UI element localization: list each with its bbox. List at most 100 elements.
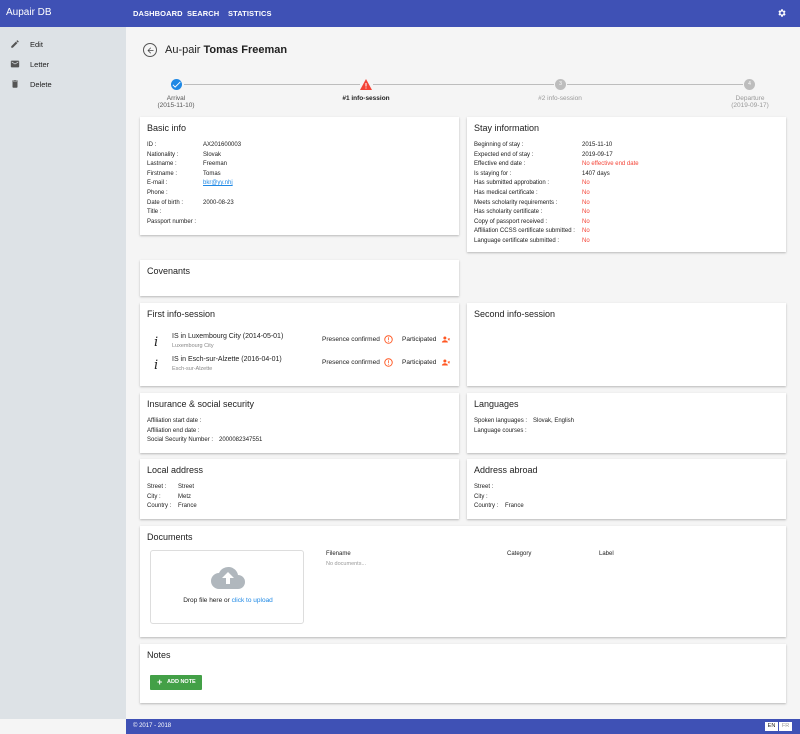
field-value: Freeman [203,161,228,168]
gear-icon[interactable] [777,8,787,18]
stay-info-card: Stay information Beginning of stay : 2015… [467,117,786,252]
sidebar-item-delete[interactable]: Delete [0,76,126,94]
session-title: IS in Luxembourg City (2014-05-01) [172,333,284,340]
info-icon: i [154,358,159,373]
stay-info-list: Beginning of stay : 2015-11-10 Expected e… [474,141,774,249]
field-label: Title : [147,209,162,216]
session-item: i IS in Luxembourg City (2014-05-01) Lux… [154,333,454,357]
sidebar-item-label: Edit [30,40,43,49]
card-title: Second info-session [474,309,556,319]
insurance-card: Insurance & social security Affiliation … [140,393,459,453]
field-value: No [582,199,590,206]
copyright-text: © 2017 - 2018 [133,723,172,729]
notes-card: Notes + ADD NOTE [140,644,786,703]
presence-status: Presence confirmed [322,359,380,366]
file-dropzone[interactable]: Drop file here or click to upload [150,550,304,624]
step-label: Departure [735,95,765,102]
basic-info-card: Basic info ID : AX201600003 Nationality :… [140,117,459,235]
field-label: Social Security Number : [147,437,214,444]
step-date: (2015-11-10) [157,102,195,109]
local-address-list: Street : Street City : Metz Country : Franc… [147,483,447,513]
page-title-prefix: Au-pair [165,44,201,56]
field-label: Phone : [147,190,168,196]
field-label: ID : [147,142,157,148]
stepper-connector [373,84,554,85]
field-value: Street [178,484,195,490]
back-button[interactable] [143,43,157,57]
plus-icon: + [157,677,163,687]
step-label: Arrival [166,95,186,102]
email-link[interactable]: bkr@yy.nhj [203,179,233,189]
field-label: Has scholarity certificate : [474,209,543,216]
add-note-label: ADD NOTE [167,679,196,685]
documents-empty-text: No documents... [326,561,367,567]
field-label: E-mail : [147,180,168,187]
languages-card: Languages Spoken languages : Slovak, Engl… [467,393,786,453]
card-title: Languages [474,399,519,409]
top-app-bar: Aupair DB DASHBOARD SEARCH STATISTICS [0,0,800,27]
participation-status: Participated [402,336,437,343]
field-value: 2000-08-23 [203,199,234,206]
field-value: No [582,190,590,196]
person-remove-icon[interactable] [441,358,451,367]
field-value: Metz [178,493,192,500]
field-label: Has medical certificate : [474,190,538,196]
person-remove-icon[interactable] [441,335,451,344]
step-info-session-2: #2 info-session [530,95,590,102]
field-label: Spoken languages : [474,418,528,424]
dropzone-label: Drop file here or [183,597,230,604]
language-fr-button[interactable]: FR [779,722,792,731]
field-label: Is staying for : [474,170,512,177]
arrow-left-icon [147,47,154,54]
step-arrival: Arrival (2015-11-10) [146,95,206,109]
alert-circle-icon [384,358,393,367]
card-title: Stay information [474,123,540,133]
field-label: Date of birth : [147,199,184,206]
field-value: No [582,238,590,244]
presence-status: Presence confirmed [322,336,380,343]
field-label: Affiliation start date : [147,418,202,424]
field-value: 2019-09-17 [582,151,613,158]
field-label: Firstname : [147,170,178,177]
field-value: AX201600003 [203,142,242,148]
language-en-button[interactable]: EN [765,722,778,731]
add-note-button[interactable]: + ADD NOTE [150,675,202,690]
field-value: No [582,218,590,225]
step-number-badge: 3 [555,79,566,90]
upload-link[interactable]: click to upload [232,597,273,604]
nav-dashboard[interactable]: DASHBOARD [133,9,183,18]
nav-search[interactable]: SEARCH [187,9,219,18]
field-label: Effective end date : [474,161,526,168]
info-icon: i [154,335,159,350]
step-departure: Departure (2019-09-17) [720,95,780,109]
field-label: Language certificate submitted : [474,238,560,244]
field-label: Meets scholarity requirements : [474,199,558,206]
sidebar: Edit Letter Delete [0,27,126,719]
participation-status: Participated [402,359,437,366]
field-label: Passport number : [147,218,197,225]
session-title: IS in Esch-sur-Alzette (2016-04-01) [172,356,282,363]
sidebar-item-letter[interactable]: Letter [0,56,126,74]
insurance-list: Affiliation start date : Affiliation end… [147,417,447,447]
field-value: No [582,180,590,187]
address-abroad-list: Street : City : Country : France [474,483,774,513]
local-address-card: Local address Street : Street City : Metz … [140,459,459,519]
field-label: Street : [147,484,167,490]
cloud-upload-icon [211,566,245,589]
session-item: i IS in Esch-sur-Alzette (2016-04-01) Es… [154,356,454,380]
column-header-label: Label [599,551,614,557]
column-header-filename: Filename [326,551,351,557]
dropzone-text: Drop file here or click to upload [151,597,305,604]
field-value: Slovak, English [533,418,575,424]
card-title: Covenants [147,266,191,276]
sidebar-item-edit[interactable]: Edit [0,36,126,54]
nav-statistics[interactable]: STATISTICS [228,9,272,18]
session-location: Esch-sur-Alzette [172,366,213,372]
field-label: Has submitted approbation : [474,180,550,187]
field-label: Country : [147,503,172,510]
field-value: No [582,228,590,235]
trash-icon [12,80,18,88]
field-label: Street : [474,484,494,490]
stepper-connector [184,84,360,85]
field-value: 1407 days [582,170,610,177]
